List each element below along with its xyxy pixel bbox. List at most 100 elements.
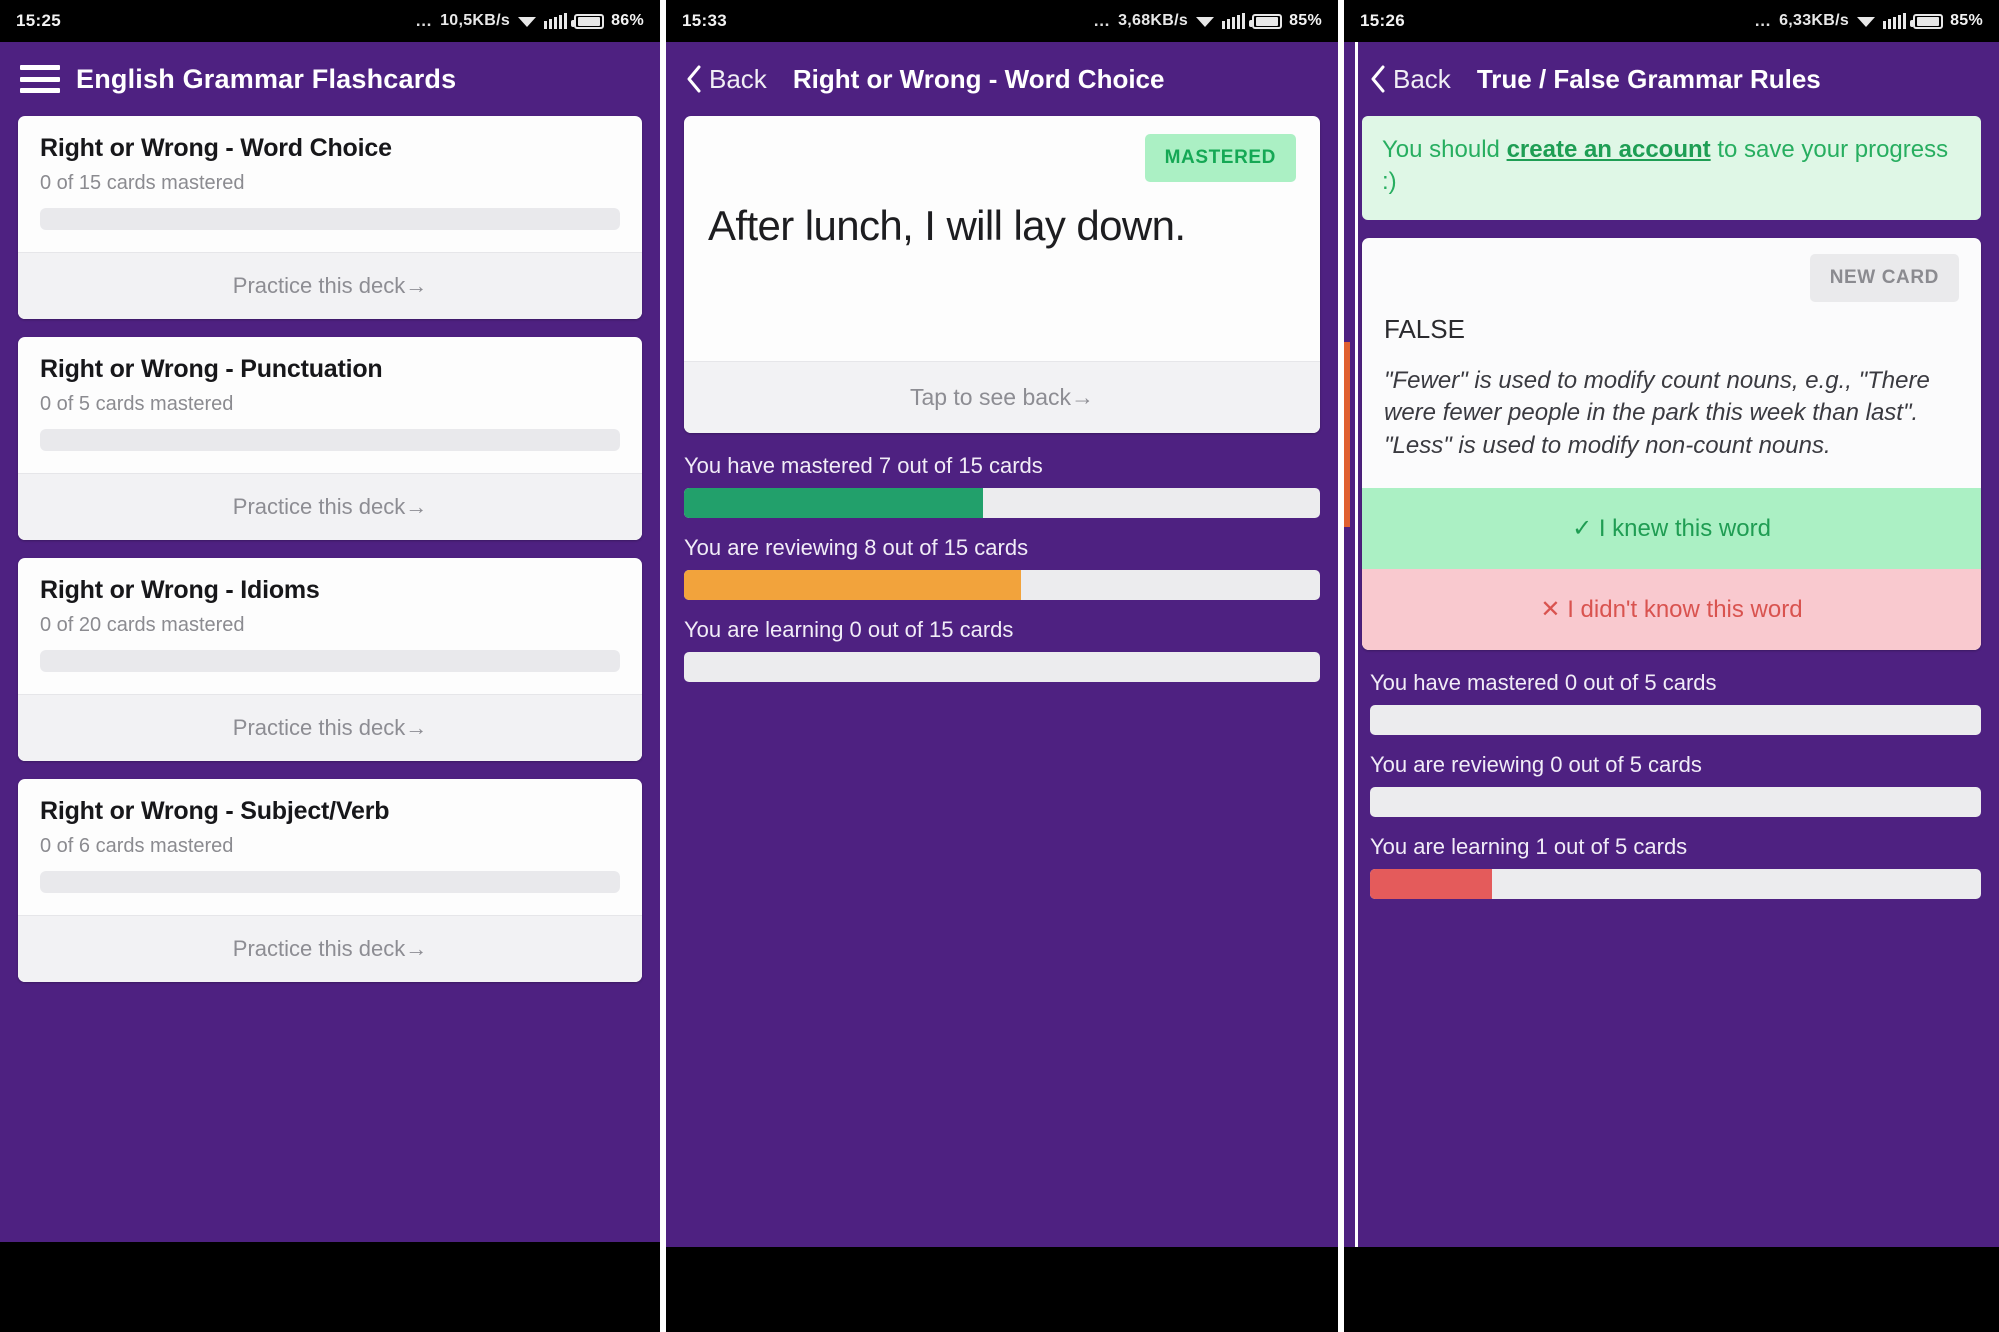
status-time: 15:33 [682, 11, 727, 30]
network-rate: 6,33KB/s [1779, 12, 1850, 29]
scroll-indicator[interactable] [1344, 342, 1350, 527]
progress-section: You have mastered 7 out of 15 cards You … [666, 433, 1338, 682]
ellipsis-icon: … [1093, 11, 1112, 30]
progress-bar-mastered [1370, 704, 1981, 735]
deck-subtitle: 0 of 20 cards mastered [40, 614, 245, 636]
tap-to-see-back-button[interactable]: Tap to see back→ [684, 361, 1320, 433]
battery-percent: 85% [1289, 12, 1322, 29]
deck-subtitle: 0 of 15 cards mastered [40, 172, 245, 194]
deck-subtitle: 0 of 6 cards mastered [40, 835, 234, 857]
app-body-3: Back True / False Grammar Rules You shou… [1344, 42, 1999, 1247]
signal-bars-icon [1222, 13, 1246, 29]
arrow-right-icon: → [1071, 384, 1095, 410]
deck-title: Right or Wrong - Idioms [40, 576, 320, 604]
deck-card-body: Right or Wrong - Idioms 0 of 20 cards ma… [18, 558, 642, 694]
deck-card[interactable]: Right or Wrong - Idioms 0 of 20 cards ma… [18, 558, 642, 761]
status-time: 15:25 [16, 11, 61, 30]
deck-card-body: Right or Wrong - Punctuation 0 of 5 card… [18, 337, 642, 473]
status-bar: 15:25 … 10,5KB/s 86% [0, 0, 660, 42]
ellipsis-icon: … [415, 11, 434, 30]
practice-deck-label: Practice this deck [232, 273, 406, 298]
create-account-notice: You should create an account to save you… [1362, 116, 1981, 220]
signal-bars-icon [544, 13, 568, 29]
deck-card[interactable]: Right or Wrong - Punctuation 0 of 5 card… [18, 337, 642, 540]
badge-row: MASTERED [708, 134, 1296, 182]
arrow-right-icon: → [405, 494, 428, 519]
flashcard-body: MASTERED After lunch, I will lay down. [684, 116, 1320, 361]
app-header-3: Back True / False Grammar Rules [1344, 42, 1999, 116]
page-title: English Grammar Flashcards [76, 63, 457, 94]
battery-percent: 86% [611, 12, 644, 29]
didnt-know-word-button[interactable]: ✕ I didn't know this word [1362, 568, 1981, 650]
progress-bar-reviewing [684, 570, 1320, 600]
deck-card[interactable]: Right or Wrong - Word Choice 0 of 15 car… [18, 116, 642, 319]
hamburger-menu-icon[interactable] [20, 65, 60, 93]
answer-card-body: NEW CARD FALSE "Fewer" is used to modify… [1362, 238, 1981, 488]
notice-text: You should create an account to save you… [1382, 134, 1961, 198]
deck-progress-bar [40, 429, 620, 451]
answer-explanation: "Fewer" is used to modify count nouns, e… [1384, 366, 1930, 459]
wifi-icon [517, 14, 537, 28]
flashcard-wrapper: MASTERED After lunch, I will lay down. T… [666, 116, 1338, 433]
panel-deck-list: 15:25 … 10,5KB/s 86% English Grammar Fla… [0, 0, 660, 1332]
practice-deck-label: Practice this deck [232, 494, 406, 519]
app-header-1: English Grammar Flashcards [0, 42, 660, 116]
progress-label-reviewing: You are reviewing 0 out of 5 cards [1370, 751, 1702, 777]
deck-card[interactable]: Right or Wrong - Subject/Verb 0 of 6 car… [18, 779, 642, 982]
arrow-right-icon: → [405, 715, 428, 740]
status-badge: NEW CARD [1809, 253, 1959, 302]
page-title: Right or Wrong - Word Choice [792, 63, 1165, 94]
practice-deck-label: Practice this deck [232, 715, 406, 740]
status-badge: MASTERED [1144, 134, 1296, 182]
progress-label-learning: You are learning 1 out of 5 cards [1370, 833, 1688, 859]
back-label: Back [709, 63, 767, 94]
progress-section: You have mastered 0 out of 5 cards You a… [1344, 650, 1999, 899]
flashcard[interactable]: MASTERED After lunch, I will lay down. T… [684, 116, 1320, 433]
network-rate: 3,68KB/s [1118, 12, 1189, 29]
status-time: 15:26 [1360, 11, 1405, 30]
progress-bar-mastered [684, 488, 1320, 518]
progress-bar-learning [1370, 868, 1981, 899]
create-account-link[interactable]: create an account [1507, 136, 1711, 163]
notice-prefix: You should [1382, 136, 1507, 163]
back-button[interactable]: Back [686, 64, 767, 95]
progress-label-mastered: You have mastered 7 out of 15 cards [684, 453, 1043, 478]
arrow-right-icon: → [405, 936, 428, 961]
panel-flashcard-back: 15:26 … 6,33KB/s 85% Back True / False G… [1344, 0, 1999, 1332]
status-icons: … 10,5KB/s 86% [415, 11, 644, 31]
battery-icon [1249, 13, 1283, 29]
status-bar: 15:26 … 6,33KB/s 85% [1344, 0, 1999, 42]
tap-to-see-back-label: Tap to see back [909, 384, 1072, 410]
practice-deck-button[interactable]: Practice this deck→ [18, 694, 642, 761]
flashcard-front-text: After lunch, I will lay down. [708, 202, 1186, 249]
practice-deck-button[interactable]: Practice this deck→ [18, 473, 642, 540]
knew-word-button[interactable]: ✓ I knew this word [1362, 487, 1981, 569]
back-button[interactable]: Back [1370, 64, 1451, 95]
deck-progress-bar [40, 650, 620, 672]
app-header-2: Back Right or Wrong - Word Choice [666, 42, 1338, 116]
status-icons: … 3,68KB/s 85% [1093, 11, 1322, 31]
app-body-2: Back Right or Wrong - Word Choice MASTER… [666, 42, 1338, 1247]
progress-label-reviewing: You are reviewing 8 out of 15 cards [684, 535, 1029, 560]
deck-title: Right or Wrong - Subject/Verb [40, 797, 390, 825]
progress-bar-reviewing [1370, 786, 1981, 817]
deck-title: Right or Wrong - Word Choice [40, 134, 392, 162]
progress-label-learning: You are learning 0 out of 15 cards [684, 617, 1014, 642]
battery-percent: 85% [1950, 12, 1983, 29]
status-icons: … 6,33KB/s 85% [1754, 11, 1983, 31]
signal-bars-icon [1883, 13, 1907, 29]
network-rate: 10,5KB/s [440, 12, 511, 29]
practice-deck-label: Practice this deck [232, 936, 406, 961]
wifi-icon [1856, 14, 1876, 28]
page-title: True / False Grammar Rules [1476, 63, 1821, 94]
deck-card-body: Right or Wrong - Subject/Verb 0 of 6 car… [18, 779, 642, 915]
panel-flashcard-front: 15:33 … 3,68KB/s 85% Back Right or Wrong… [666, 0, 1338, 1332]
battery-icon [1910, 13, 1944, 29]
cross-icon: ✕ [1540, 595, 1561, 623]
practice-deck-button[interactable]: Practice this deck→ [18, 915, 642, 982]
wifi-icon [1195, 14, 1215, 28]
deck-list: Right or Wrong - Word Choice 0 of 15 car… [0, 116, 660, 982]
battery-icon [571, 13, 605, 29]
practice-deck-button[interactable]: Practice this deck→ [18, 252, 642, 319]
deck-title: Right or Wrong - Punctuation [40, 355, 383, 383]
